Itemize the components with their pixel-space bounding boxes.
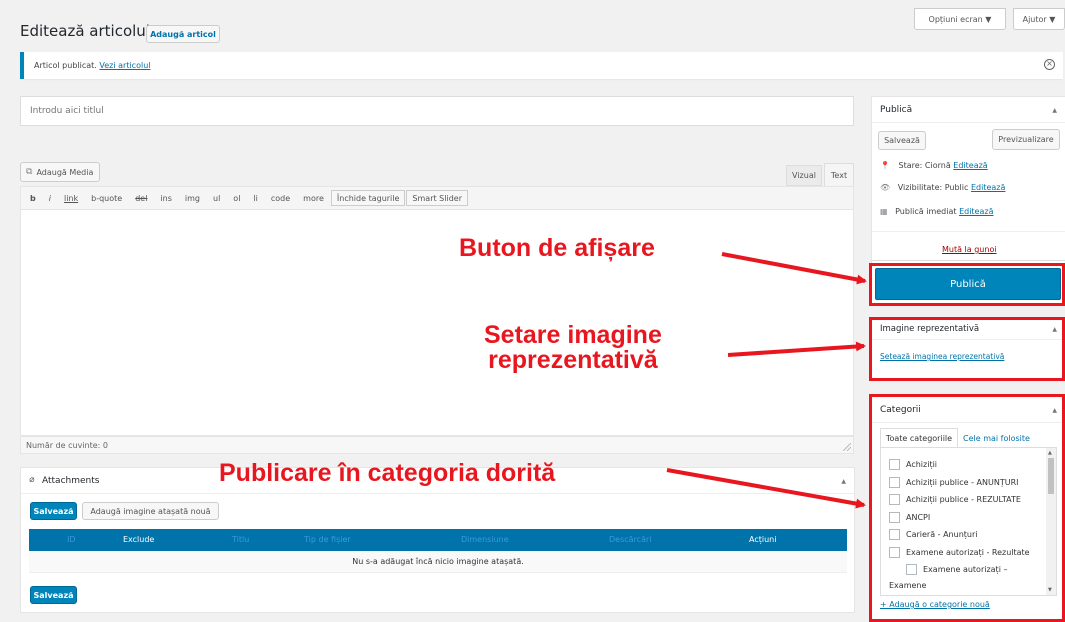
arrow-to-categories <box>666 468 866 509</box>
arrow-to-publish <box>721 252 867 285</box>
annotation-arrows <box>666 252 867 509</box>
arrow-to-featured <box>727 341 866 357</box>
